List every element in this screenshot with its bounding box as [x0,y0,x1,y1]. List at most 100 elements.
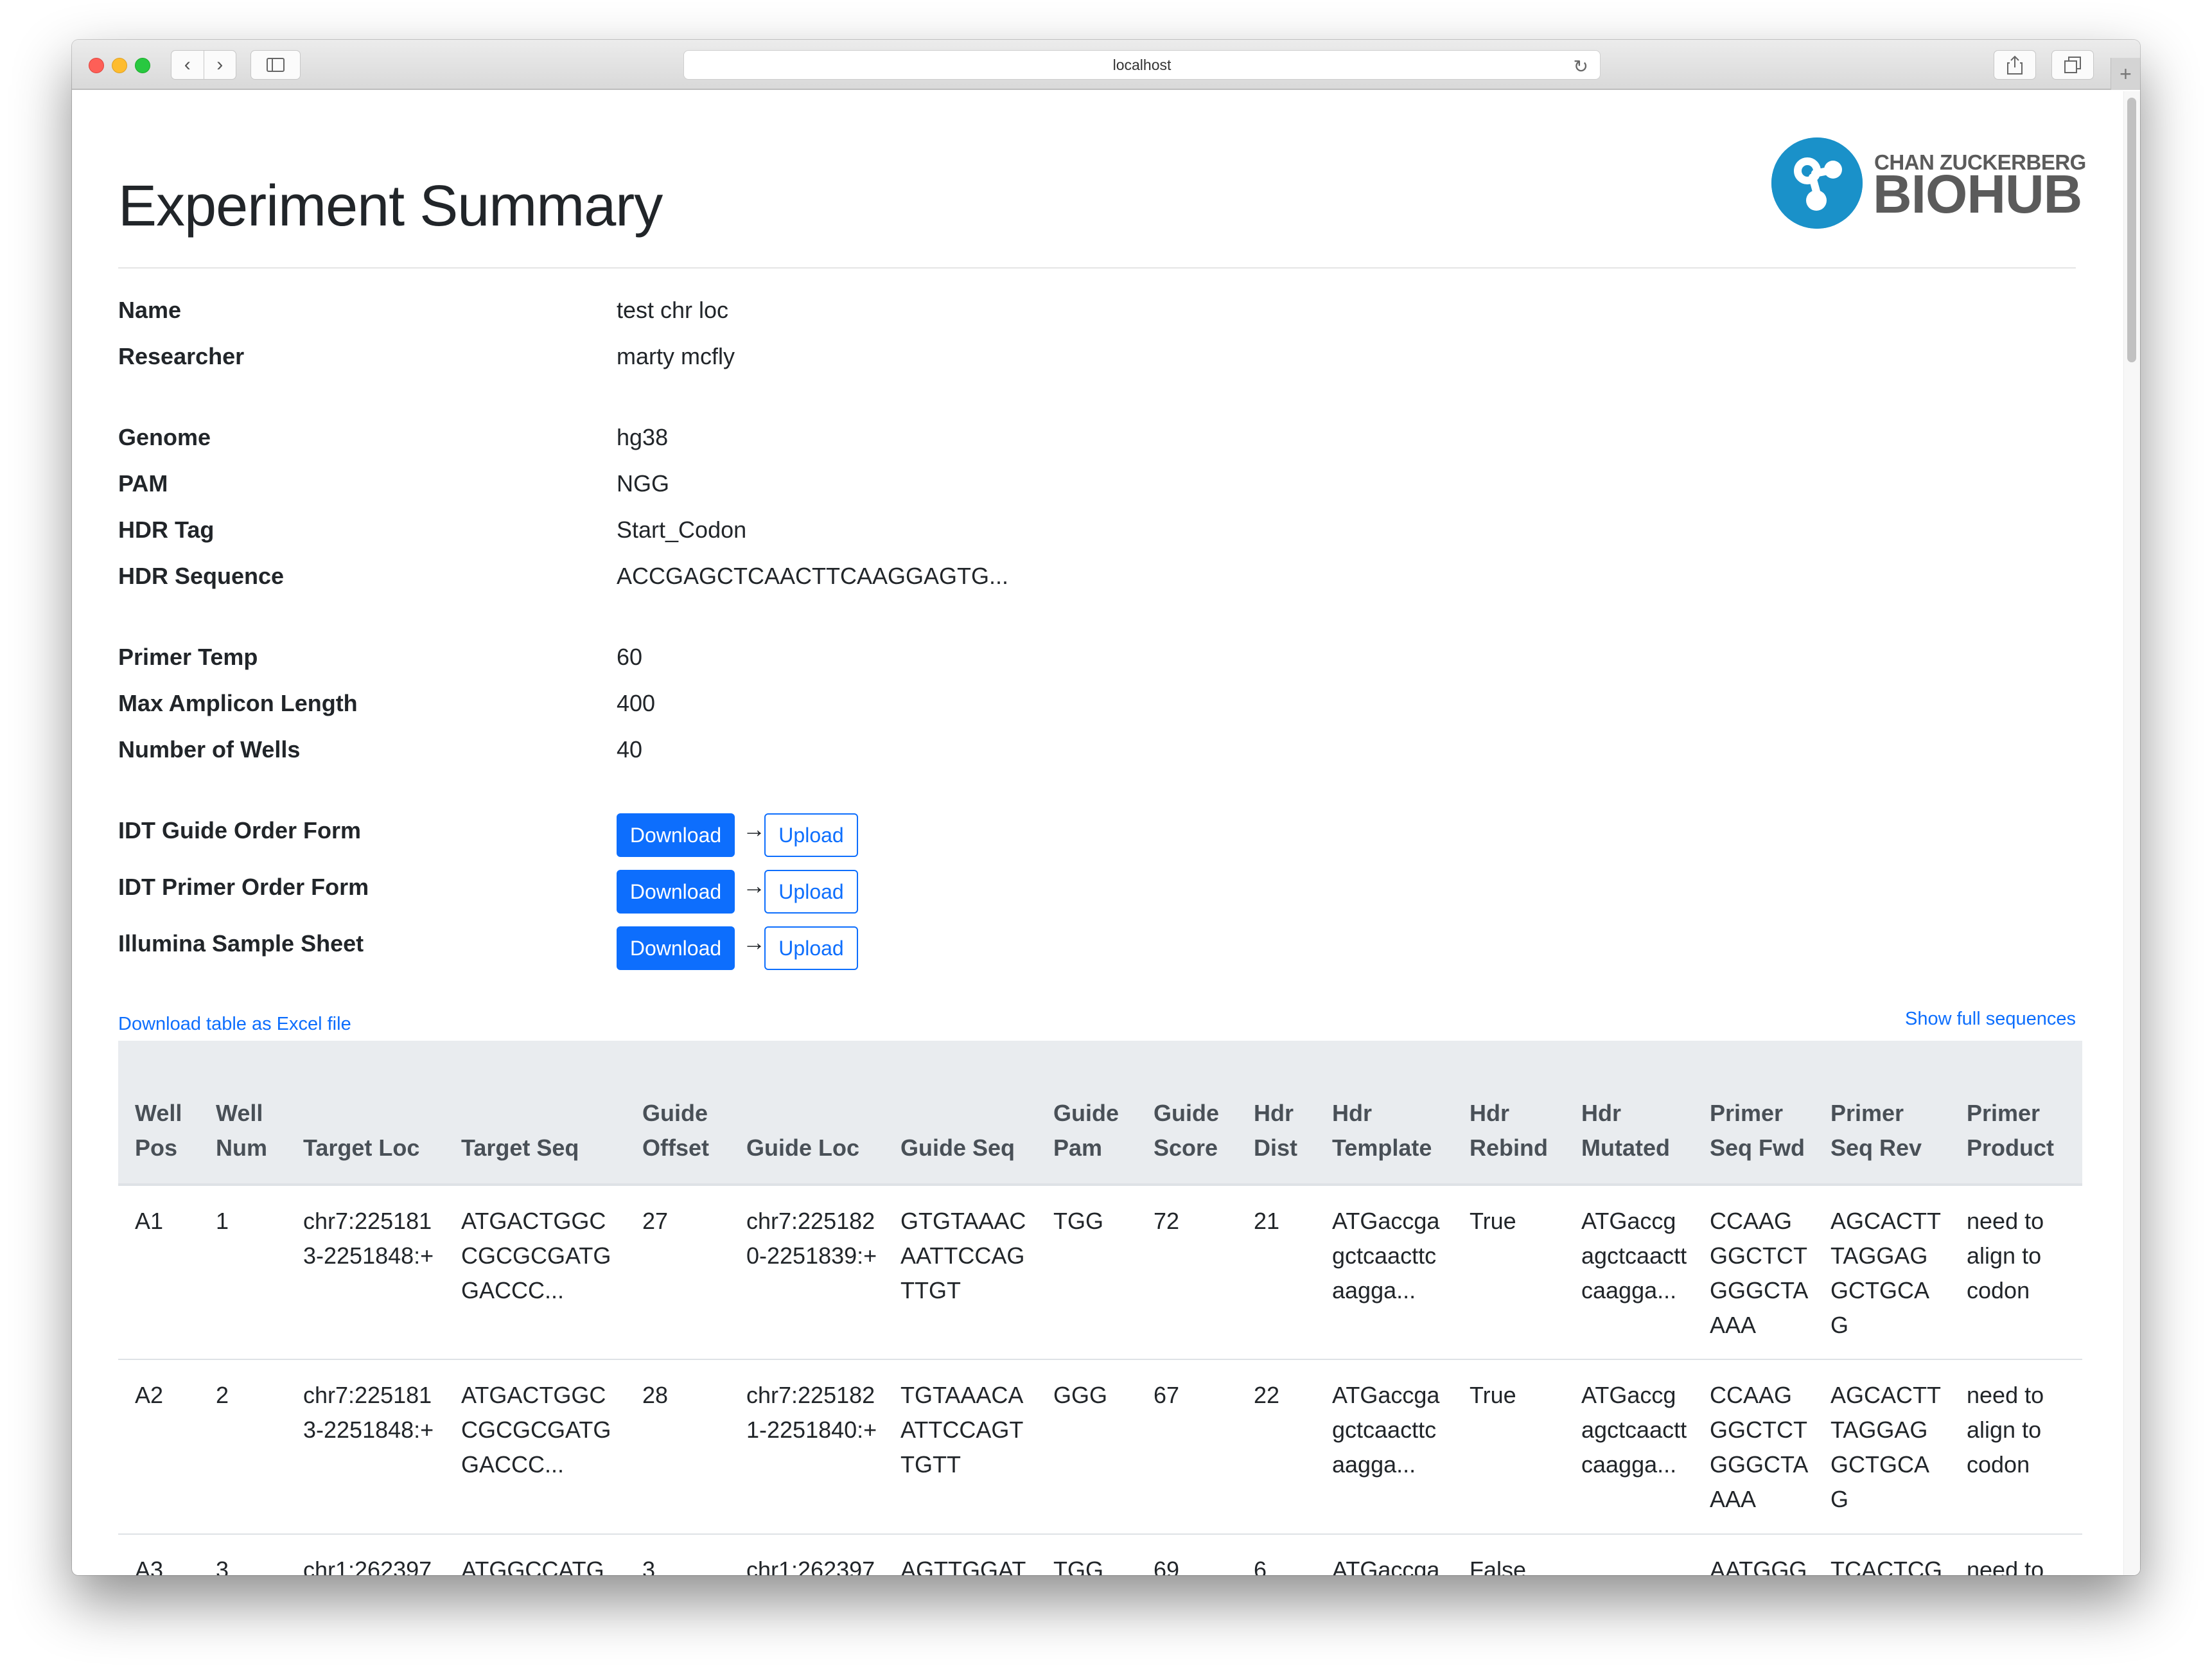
arrow-right-icon: → [742,872,766,899]
column-header[interactable]: Primer Seq Fwd [1693,1041,1814,1186]
table-row: A1 1 chr7:2251813-2251848:+ ATGACTGGCCGC… [118,1185,2082,1360]
browser-window: ‹ › localhost ↻ + Experiment Summary CHA… [72,40,2140,1575]
cell-hdr-template: ATGaccgagctcaacttcaagga... [1315,1359,1453,1535]
column-header[interactable]: Hdr Dist [1237,1041,1315,1186]
cell-hdr-dist: 21 [1237,1185,1315,1360]
show-full-sequences-link[interactable]: Show full sequences [1905,1009,2076,1030]
cell-hdr-dist: 22 [1237,1359,1315,1535]
share-icon[interactable] [1994,50,2036,80]
column-header[interactable]: Well Num [199,1041,286,1186]
cell-hdr-dist: 6 [1237,1534,1315,1575]
cell-guide-offset: 27 [626,1185,730,1360]
column-header[interactable]: Primer Seq Rev [1814,1041,1950,1186]
column-header[interactable]: Well Pos [118,1041,199,1186]
cell-guide-loc: chr7:2251820-2251839:+ [730,1185,884,1360]
num-wells-label: Number of Wells [118,736,301,763]
name-value: test chr loc [617,297,729,323]
download-excel-link[interactable]: Download table as Excel file [118,1014,351,1035]
reload-icon[interactable]: ↻ [1574,56,1588,77]
researcher-value: marty mcfly [617,343,735,369]
cell-target-seq: ATGACTGGCCGCGCGATGGACCC... [444,1359,626,1535]
genome-label: Genome [118,424,211,450]
primer-order-download-button[interactable]: Download [617,870,735,914]
illumina-sheet-download-button[interactable]: Download [617,926,735,970]
column-header[interactable]: Primer Product [1950,1041,2082,1186]
cell-hdr-rebind: True [1453,1359,1565,1535]
cell-primer-product: need to align to codon [1950,1185,2082,1360]
zoom-window-icon[interactable] [135,58,150,73]
browser-titlebar: ‹ › localhost ↻ + [72,40,2140,90]
biohub-logo-icon [1771,137,1863,229]
researcher-label: Researcher [118,343,245,369]
arrow-right-icon: → [742,816,766,842]
primer-temp-value: 60 [617,644,643,670]
table-row: A3 3 chr1:26239784-26239 ATGGCCATGCAGGAG… [118,1534,2082,1575]
forward-icon[interactable]: › [204,51,236,79]
cell-guide-seq: AGTTGGATATTTCTC [884,1534,1037,1575]
genome-value: hg38 [617,424,669,450]
cell-guide-pam: TGG [1037,1534,1137,1575]
cell-primer-product: need to align to [1950,1534,2082,1575]
primer-order-upload-button[interactable]: Upload [764,870,858,914]
illumina-sheet-upload-button[interactable]: Upload [764,926,858,970]
pam-label: PAM [118,470,168,497]
hdr-sequence-value: ACCGAGCTCAACTTCAAGGAGTG... [617,563,1009,589]
cell-guide-pam: GGG [1037,1359,1137,1535]
logo-text-main: BIOHUB [1873,164,2082,224]
hdr-tag-value: Start_Codon [617,517,747,543]
primer-temp-label: Primer Temp [118,644,258,670]
history-nav: ‹ › [171,50,236,80]
cell-target-loc: chr7:2251813-2251848:+ [286,1185,444,1360]
cell-hdr-mutated [1565,1534,1693,1575]
title-divider [118,267,2076,269]
scrollbar-thumb[interactable] [2127,98,2136,362]
tabs-overview-icon[interactable] [2051,50,2094,80]
cell-primer-product: need to align to codon [1950,1359,2082,1535]
cell-primer-seq-fwd: CCAAGGGCTCTGGGCTAAAA [1693,1185,1814,1360]
cell-target-seq: ATGACTGGCCGCGCGATGGACCC... [444,1185,626,1360]
column-header[interactable]: Guide Score [1137,1041,1237,1186]
column-header[interactable]: Guide Pam [1037,1041,1137,1186]
column-header[interactable]: Hdr Rebind [1453,1041,1565,1186]
minimize-window-icon[interactable] [112,58,127,73]
cell-well-num: 3 [199,1534,286,1575]
cell-primer-seq-rev: AGCACTTTAGGAGGCTGCAG [1814,1359,1950,1535]
close-window-icon[interactable] [89,58,104,73]
column-header[interactable]: Target Seq [444,1041,626,1186]
max-amplicon-label: Max Amplicon Length [118,690,358,716]
back-icon[interactable]: ‹ [171,51,204,79]
column-header[interactable]: Guide Loc [730,1041,884,1186]
cell-guide-pam: TGG [1037,1185,1137,1360]
table-header-row: Well Pos Well Num Target Loc Target Seq … [118,1041,2082,1186]
guide-order-upload-button[interactable]: Upload [764,813,858,857]
cell-guide-offset: 28 [626,1359,730,1535]
pam-value: NGG [617,470,670,497]
table-row: A2 2 chr7:2251813-2251848:+ ATGACTGGCCGC… [118,1359,2082,1535]
cell-primer-seq-fwd: AATGGGAACT [1693,1534,1814,1575]
new-tab-icon[interactable]: + [2111,58,2140,90]
cell-well-pos: A2 [118,1359,199,1535]
cell-target-loc: chr1:26239784-26239 [286,1534,444,1575]
cell-well-num: 2 [199,1359,286,1535]
illumina-sheet-label: Illumina Sample Sheet [118,930,364,957]
column-header[interactable]: Guide Offset [626,1041,730,1186]
column-header[interactable]: Target Loc [286,1041,444,1186]
cell-guide-score: 72 [1137,1185,1237,1360]
cell-hdr-mutated: ATGaccgagctcaacttcaagga... [1565,1185,1693,1360]
guide-order-download-button[interactable]: Download [617,813,735,857]
arrow-right-icon: → [742,929,766,955]
cell-primer-seq-rev: AGCACTTTAGGAGGCTGCAG [1814,1185,1950,1360]
cell-guide-loc: chr7:2251821-2251840:+ [730,1359,884,1535]
cell-target-seq: ATGGCCATGCAGGAGAAA [444,1534,626,1575]
name-label: Name [118,297,182,323]
column-header[interactable]: Hdr Mutated [1565,1041,1693,1186]
cell-hdr-rebind: True [1453,1185,1565,1360]
cell-hdr-rebind: False [1453,1534,1565,1575]
wells-table: Well Pos Well Num Target Loc Target Seq … [118,1041,2082,1575]
cell-guide-score: 67 [1137,1359,1237,1535]
column-header[interactable]: Hdr Template [1315,1041,1453,1186]
sidebar-toggle-icon[interactable] [250,50,301,80]
column-header[interactable]: Guide Seq [884,1041,1037,1186]
address-bar[interactable]: localhost ↻ [683,50,1601,80]
cell-hdr-mutated: ATGaccgagctcaacttcaagga... [1565,1359,1693,1535]
